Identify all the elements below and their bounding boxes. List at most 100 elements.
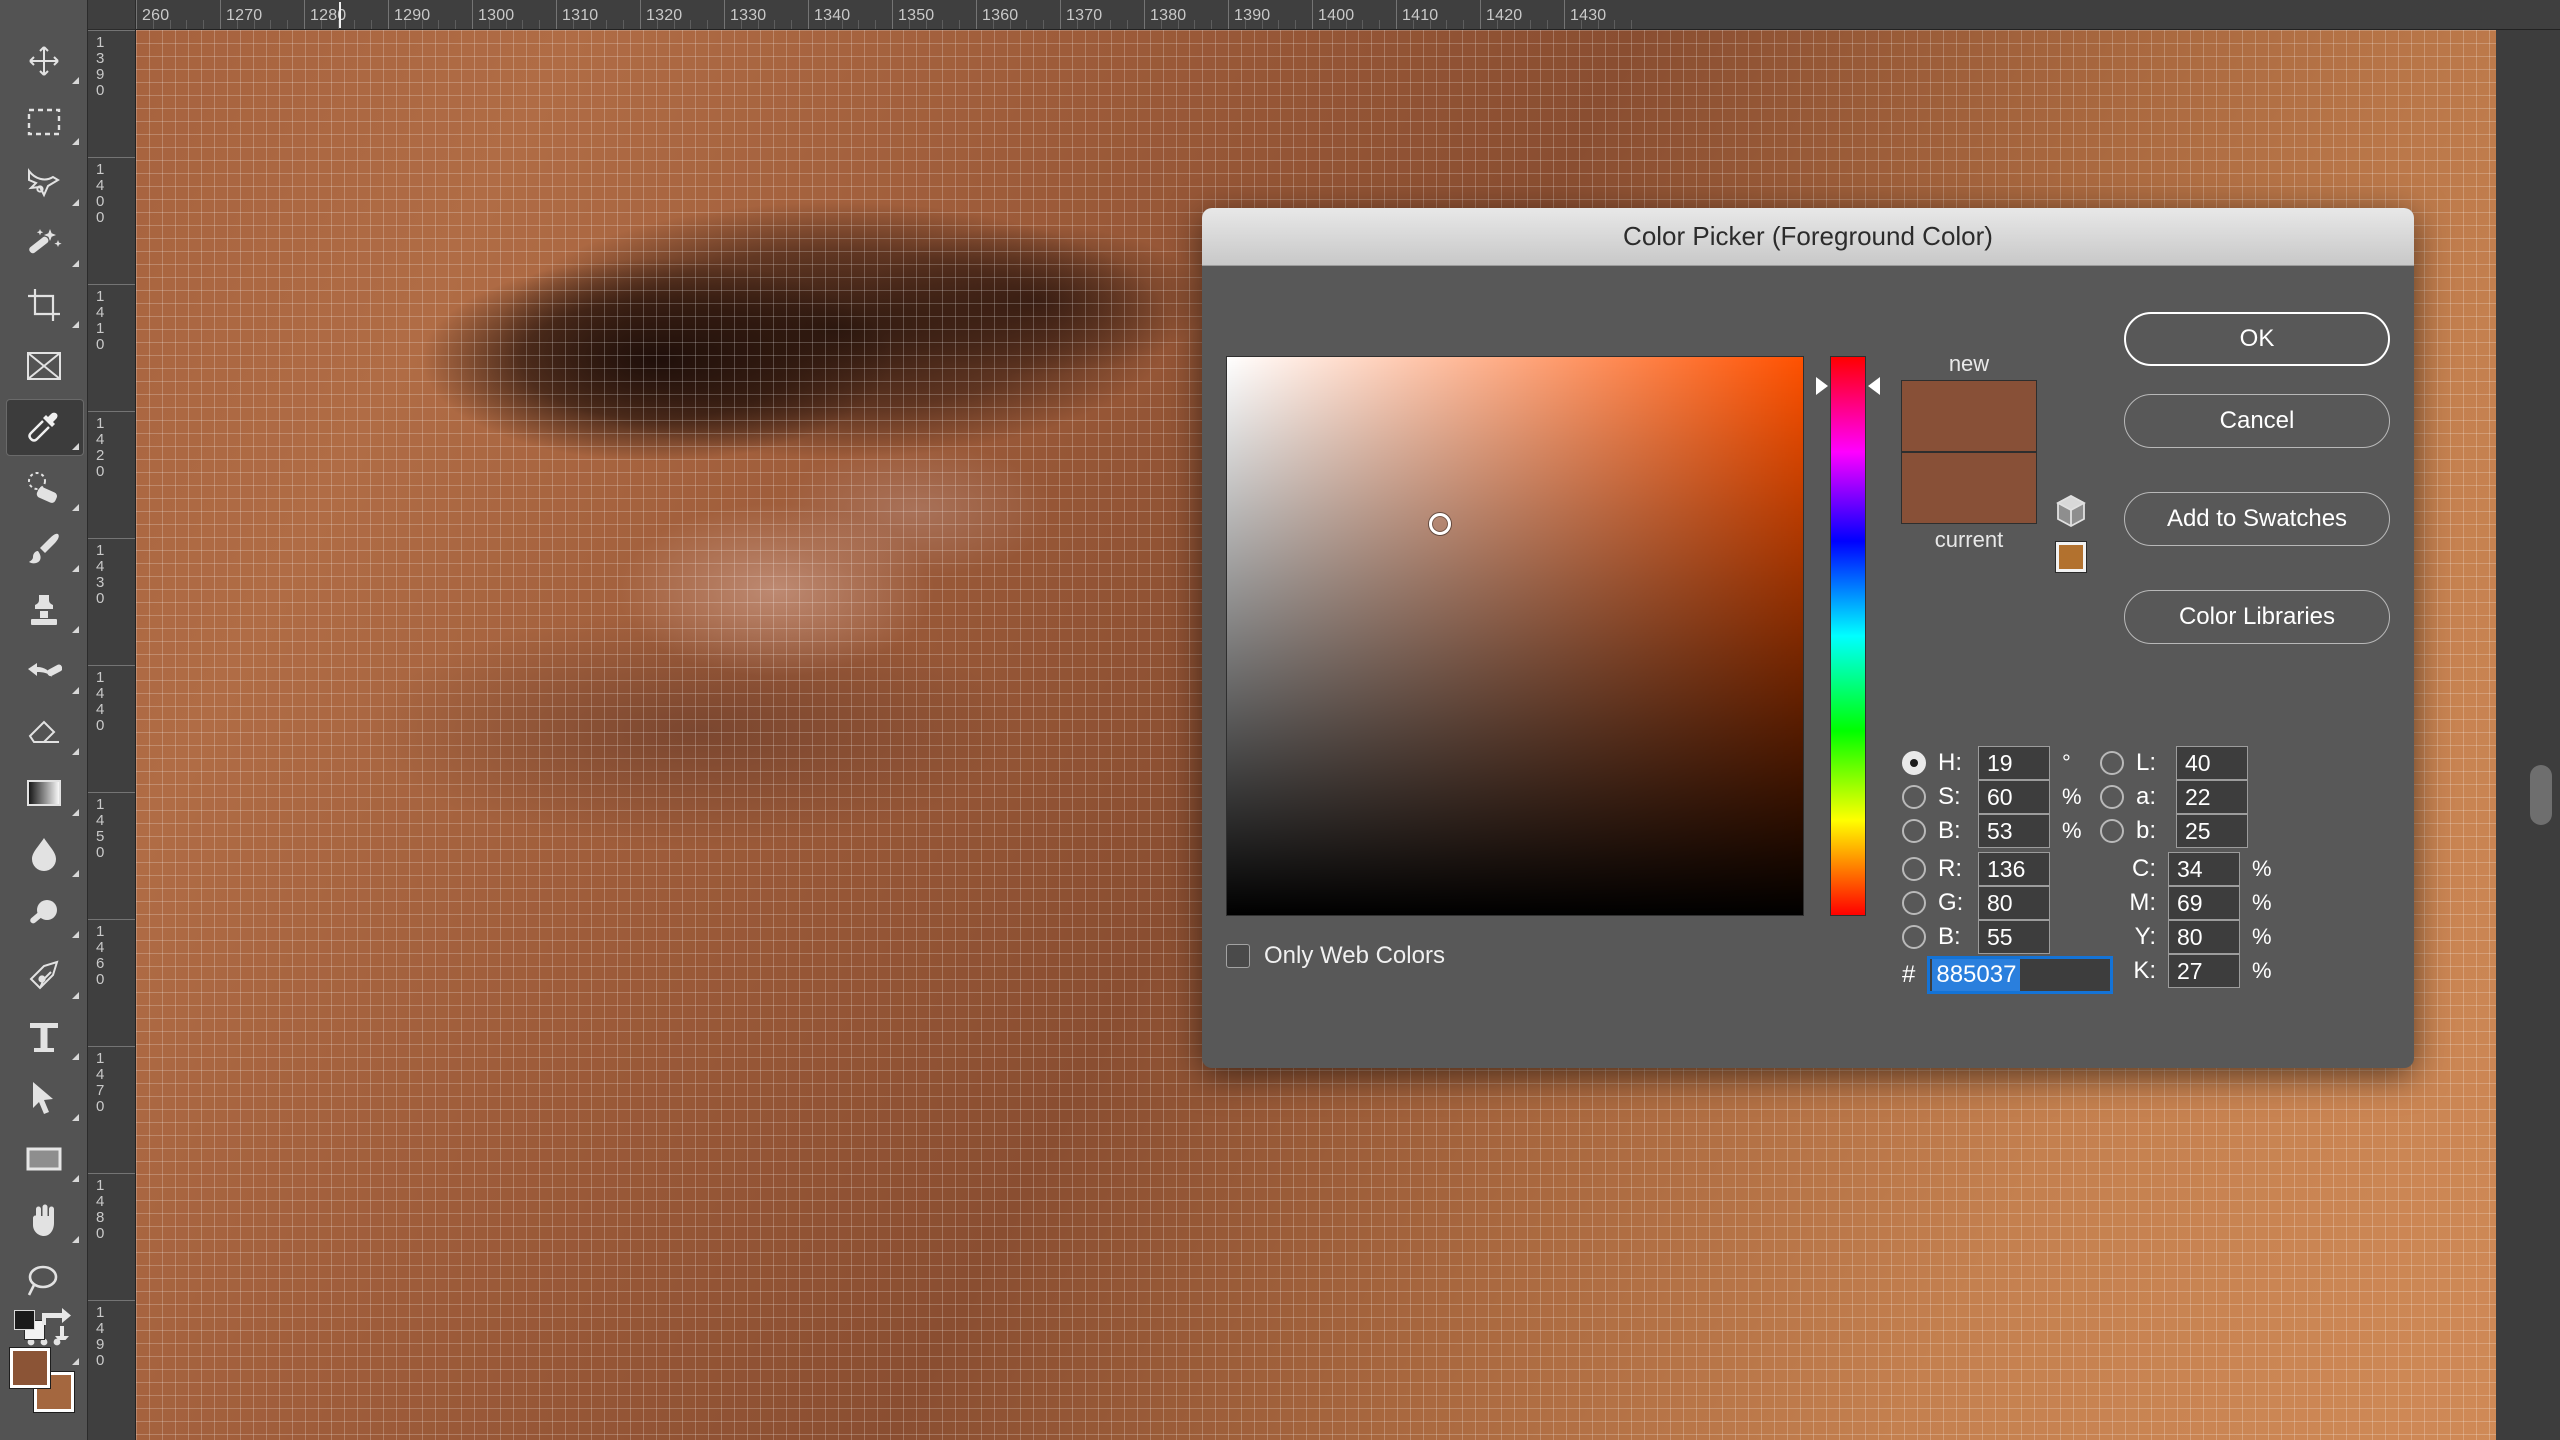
color-field-marker[interactable]	[1429, 513, 1452, 536]
input-b[interactable]: 53	[1978, 814, 2050, 848]
eraser-tool[interactable]	[0, 701, 88, 762]
ruler-origin-corner[interactable]	[88, 0, 136, 30]
input-c[interactable]: 34	[2168, 852, 2240, 886]
swap-colors-button[interactable]	[40, 1306, 74, 1344]
ruler-minor-tick	[707, 20, 709, 29]
radio-b[interactable]	[2100, 819, 2124, 843]
ruler-minor-tick	[1446, 20, 1448, 29]
color-libraries-button[interactable]: Color Libraries	[2124, 590, 2390, 644]
radio-a[interactable]	[2100, 785, 2124, 809]
ruler-minor-tick	[1345, 20, 1347, 29]
radio-b[interactable]	[1902, 925, 1926, 949]
tool-more-indicator	[72, 1053, 79, 1060]
input-b[interactable]: 55	[1978, 920, 2050, 954]
ruler-minor-tick	[1244, 20, 1246, 29]
tool-more-indicator	[72, 870, 79, 877]
eyedropper-tool[interactable]	[0, 396, 88, 457]
magic-wand-tool[interactable]	[0, 213, 88, 274]
brush-tool[interactable]	[0, 518, 88, 579]
input-m[interactable]: 69	[2168, 886, 2240, 920]
ruler-tick-label: 1350	[898, 7, 935, 24]
input-a[interactable]: 22	[2176, 780, 2248, 814]
marquee-tool[interactable]	[0, 91, 88, 152]
input-k[interactable]: 27	[2168, 954, 2240, 988]
spot-healing-brush-tool[interactable]	[0, 457, 88, 518]
radio-h[interactable]	[1902, 751, 1926, 775]
blur-tool[interactable]	[0, 823, 88, 884]
hand-tool[interactable]	[0, 1189, 88, 1250]
ok-button[interactable]: OK	[2124, 312, 2390, 366]
clone-stamp-tool[interactable]	[0, 579, 88, 640]
input-l[interactable]: 40	[2176, 746, 2248, 780]
scrollbar-thumb[interactable]	[2530, 765, 2552, 825]
foreground-background-swatches[interactable]	[9, 1347, 75, 1413]
lasso-tool[interactable]	[0, 152, 88, 213]
hue-slider-marker-right[interactable]	[1868, 376, 1880, 395]
ruler-tick-label: 1380	[1150, 7, 1187, 24]
ruler-minor-tick	[1026, 20, 1028, 29]
input-h[interactable]: 19	[1978, 746, 2050, 780]
path-selection-tool[interactable]	[0, 1067, 88, 1128]
input-r[interactable]: 136	[1978, 852, 2050, 886]
history-brush-tool[interactable]	[0, 640, 88, 701]
label-y: Y:	[2134, 923, 2156, 950]
gradient-tool[interactable]	[0, 762, 88, 823]
ruler-tick: 1300	[472, 0, 514, 29]
add-to-swatches-button[interactable]: Add to Swatches	[2124, 492, 2390, 546]
cancel-button[interactable]: Cancel	[2124, 394, 2390, 448]
color-controls	[0, 1290, 88, 1440]
web-safe-color-swatch[interactable]	[2055, 541, 2087, 573]
saturation-brightness-field[interactable]	[1226, 356, 1804, 916]
input-b[interactable]: 25	[2176, 814, 2248, 848]
ruler-minor-tick	[690, 20, 692, 29]
horizontal-ruler[interactable]: 260 1270 1280 1290 1300 1310 1320 1330 1340 1350 1…	[136, 0, 2560, 30]
foreground-color-swatch[interactable]	[9, 1347, 51, 1389]
ruler-minor-tick	[606, 20, 608, 29]
radio-r[interactable]	[1902, 857, 1926, 881]
vertical-ruler[interactable]: 1390 1400 1410 1420 1430 1440 1450 1460 1470 1480…	[88, 30, 136, 1440]
ruler-minor-tick	[186, 20, 188, 29]
dodge-tool[interactable]	[0, 884, 88, 945]
ruler-minor-tick	[740, 20, 742, 29]
ruler-minor-tick	[371, 20, 373, 29]
checkbox-box[interactable]	[1226, 944, 1250, 968]
current-color-swatch[interactable]	[1901, 452, 2037, 524]
input-g[interactable]: 80	[1978, 886, 2050, 920]
move-tool[interactable]	[0, 30, 88, 91]
new-color-swatch[interactable]	[1901, 380, 2037, 452]
dialog-body: Only Web Colors new current OK Cancel Ad…	[1202, 266, 2414, 1068]
radio-b[interactable]	[1902, 819, 1926, 843]
ruler-minor-tick	[824, 20, 826, 29]
type-tool[interactable]	[0, 1006, 88, 1067]
color-picker-dialog: Color Picker (Foreground Color) Only Web…	[1202, 208, 2414, 1068]
canvas-vertical-scrollbar[interactable]	[2530, 30, 2552, 1440]
hex-field-row[interactable]: # 885037	[1902, 956, 2114, 994]
dialog-title-bar[interactable]: Color Picker (Foreground Color)	[1202, 208, 2414, 266]
hue-slider-marker-left[interactable]	[1816, 376, 1828, 395]
lab-row-a: a: 22	[2100, 778, 2286, 816]
cursor-position-marker	[339, 2, 342, 28]
frame-tool[interactable]	[0, 335, 88, 396]
input-s[interactable]: 60	[1978, 780, 2050, 814]
ruler-tick-label: 1340	[814, 7, 851, 24]
ruler-minor-tick	[1429, 20, 1431, 29]
ruler-minor-tick	[488, 20, 490, 29]
ruler-tick-label: 1360	[982, 7, 1019, 24]
hue-slider[interactable]	[1830, 356, 1866, 916]
radio-g[interactable]	[1902, 891, 1926, 915]
input-y[interactable]: 80	[2168, 920, 2240, 954]
hex-input[interactable]: 885037	[1927, 956, 2114, 994]
label-g: G:	[1938, 889, 1964, 916]
rectangle-tool[interactable]	[0, 1128, 88, 1189]
cube-icon[interactable]	[2054, 494, 2088, 528]
ruler-minor-tick	[1530, 20, 1532, 29]
radio-l[interactable]	[2100, 751, 2124, 775]
tool-more-indicator	[72, 626, 79, 633]
only-web-colors-checkbox[interactable]: Only Web Colors	[1226, 942, 1445, 970]
crop-tool[interactable]	[0, 274, 88, 335]
pen-tool[interactable]	[0, 945, 88, 1006]
ruler-tick: 1430	[1564, 0, 1606, 29]
ruler-tick: 1430	[88, 538, 135, 665]
label-b: B:	[1938, 923, 1961, 950]
radio-s[interactable]	[1902, 785, 1926, 809]
